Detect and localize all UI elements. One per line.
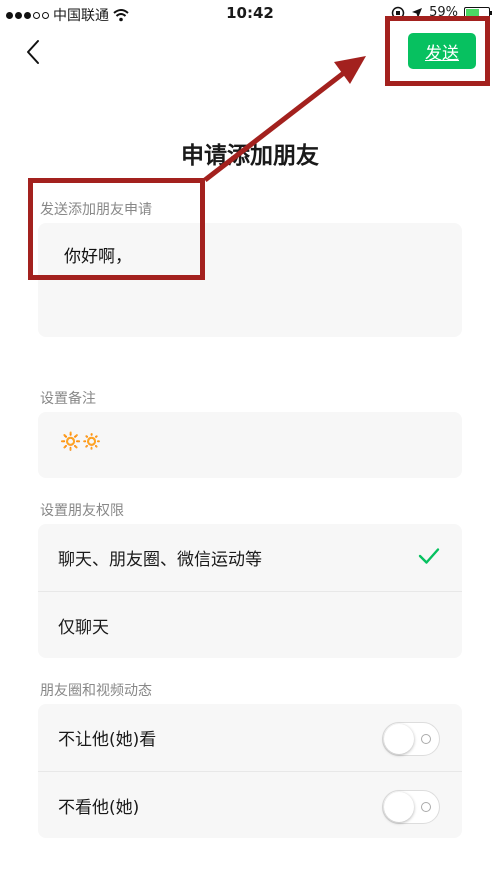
moments-row-label: 不让他(她)看 — [58, 730, 157, 750]
moments-row-hide-theirs: 不看他(她) — [38, 771, 462, 838]
permissions-label: 设置朋友权限 — [40, 503, 124, 519]
permission-option-label: 聊天、朋友圈、微信运动等 — [58, 550, 262, 570]
moments-list: 不让他(她)看 不看他(她) — [38, 704, 462, 838]
permission-option-chat-only[interactable]: 仅聊天 — [38, 591, 462, 658]
moments-row-hide-mine: 不让他(她)看 — [38, 704, 462, 771]
back-chevron-icon[interactable] — [22, 38, 46, 66]
toggle-knob — [384, 792, 414, 822]
hide-their-moments-toggle[interactable] — [382, 790, 440, 824]
checkmark-icon — [418, 548, 440, 564]
remark-label: 设置备注 — [40, 391, 96, 407]
annotation-box-send — [385, 16, 490, 86]
toggle-off-icon — [421, 802, 431, 812]
permission-option-all[interactable]: 聊天、朋友圈、微信运动等 — [38, 524, 462, 591]
annotation-box-message — [28, 178, 205, 280]
permission-option-label: 仅聊天 — [58, 617, 109, 638]
permissions-list: 聊天、朋友圈、微信运动等 仅聊天 — [38, 524, 462, 658]
toggle-knob — [384, 724, 414, 754]
page-title: 申请添加朋友 — [181, 143, 319, 169]
toggle-off-icon — [421, 734, 431, 744]
remark-field[interactable]: 🔆🔅 — [38, 412, 462, 478]
moments-label: 朋友圈和视频动态 — [40, 683, 152, 699]
moments-row-label: 不看他(她) — [58, 797, 140, 818]
remark-text: 🔆🔅 — [60, 432, 103, 452]
hide-my-moments-toggle[interactable] — [382, 722, 440, 756]
